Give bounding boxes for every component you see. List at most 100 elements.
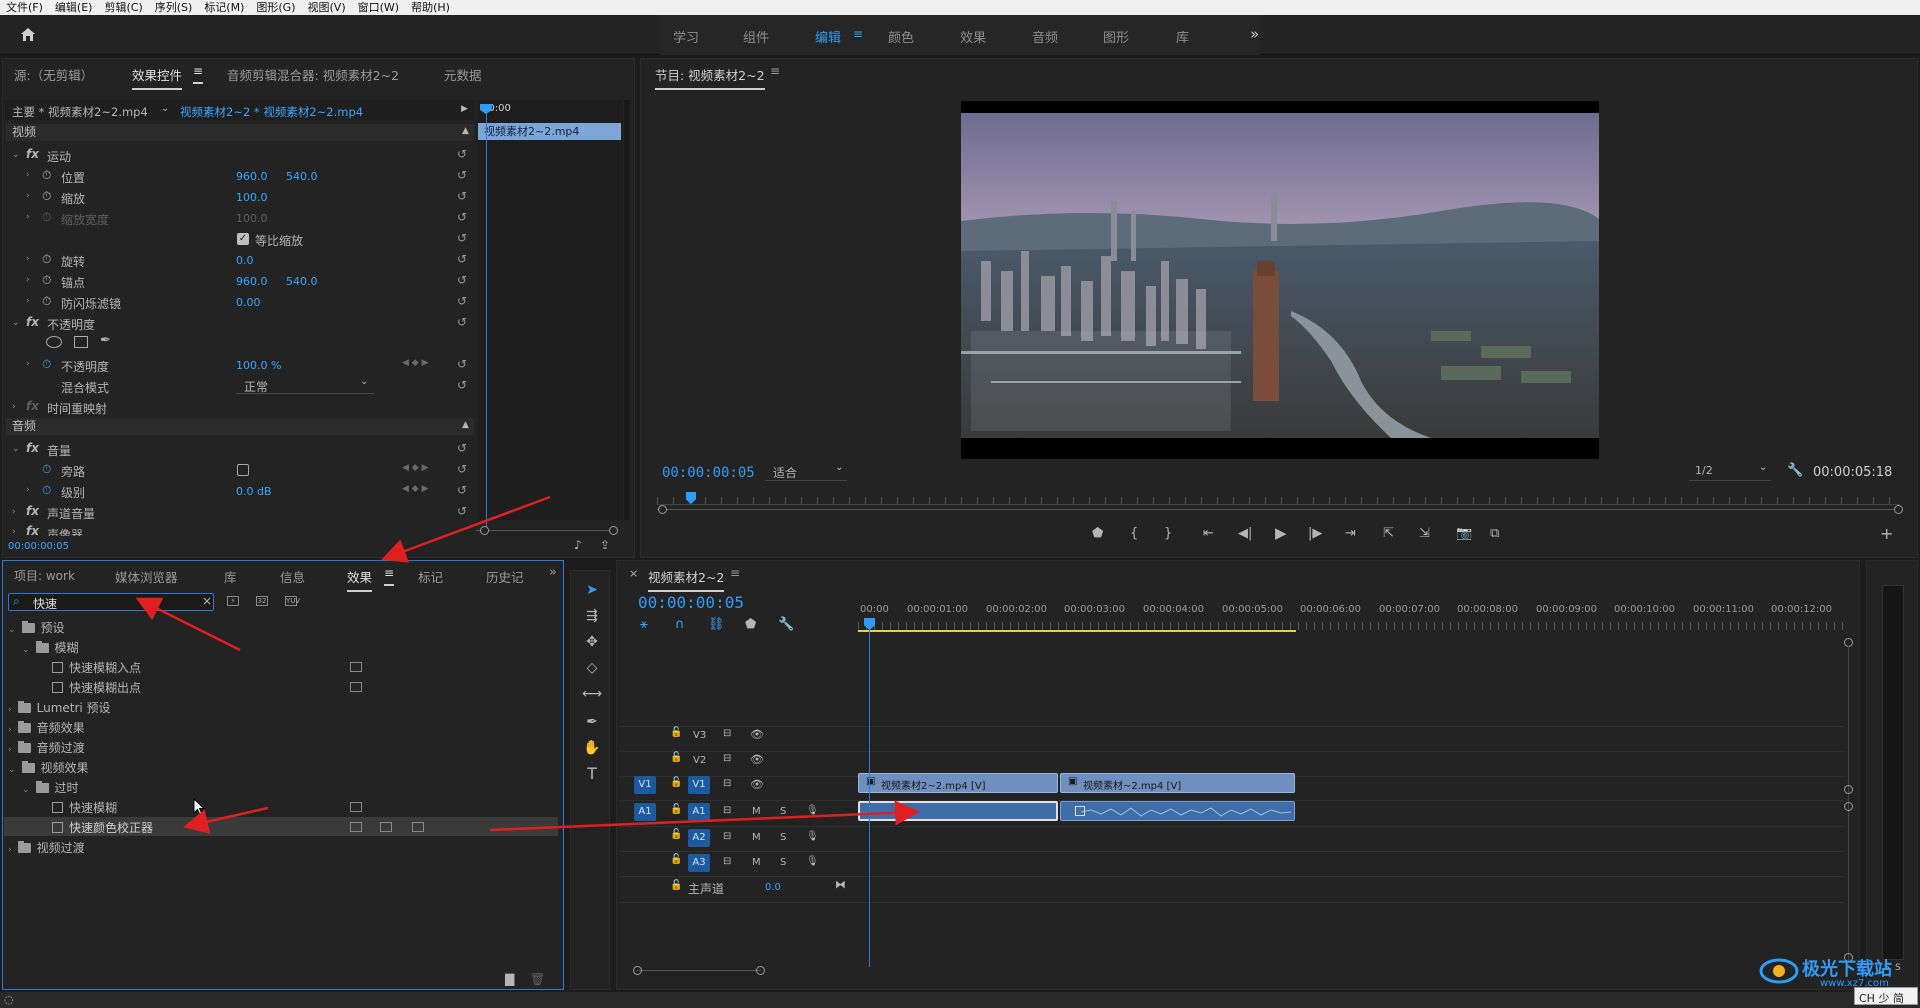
linked-selection-icon[interactable]: ⛓ <box>708 617 725 632</box>
resolution-dropdown[interactable]: 1/2 ⌄ <box>1689 461 1771 481</box>
level-value[interactable]: 0.0 dB <box>236 485 272 498</box>
fit-dropdown[interactable]: 适合 ⌄ <box>765 461 847 481</box>
tab-markers[interactable]: 标记 <box>418 567 443 586</box>
reset-motion-icon[interactable]: ↺ <box>456 148 468 160</box>
lock-icon[interactable]: 🔓 <box>670 752 682 763</box>
lift-icon[interactable]: ⇱ <box>1383 526 1394 541</box>
pen-tool-icon[interactable]: ✒ <box>582 712 602 732</box>
keyframe-nav-icon[interactable]: ◀ ◆ ▶ <box>402 463 429 473</box>
sync-icon[interactable]: ⊟ <box>723 753 731 764</box>
flicker-value[interactable]: 0.00 <box>236 296 261 309</box>
microphone-icon[interactable]: 🎙 <box>806 831 819 842</box>
work-area-bar[interactable] <box>858 630 1296 632</box>
ellipse-mask-icon[interactable] <box>46 336 62 348</box>
ripple-edit-tool-icon[interactable]: ✥ <box>582 632 602 652</box>
eye-icon[interactable]: 👁 <box>750 728 764 741</box>
expand-volume-icon[interactable]: ⌄ <box>12 444 20 454</box>
expand-channel-volume-icon[interactable]: › <box>12 507 16 517</box>
selection-tool-icon[interactable]: ➤ <box>582 580 602 600</box>
effects-search-field[interactable]: ⌕ 快速 × <box>8 593 214 611</box>
mute-button[interactable]: M <box>752 857 761 868</box>
tab-metadata[interactable]: 元数据 <box>444 65 482 84</box>
reset-anchor-icon[interactable]: ↺ <box>456 274 468 286</box>
workspace-more-button[interactable]: » <box>1250 25 1259 43</box>
expand-scale-icon[interactable]: › <box>26 191 30 201</box>
go-to-out-icon[interactable]: ⇥ <box>1345 526 1356 541</box>
lock-icon[interactable]: 🔓 <box>670 804 682 815</box>
32bit-effects-filter-icon[interactable]: 32 <box>256 596 268 606</box>
zoom-track[interactable] <box>476 530 616 531</box>
tree-item-lumetri-presets[interactable]: › Lumetri 预设 <box>8 699 111 715</box>
expand-flicker-icon[interactable]: › <box>26 296 30 306</box>
menu-help[interactable]: 帮助(H) <box>405 0 456 15</box>
add-marker-icon[interactable]: ⬟ <box>745 617 756 632</box>
expand-motion-icon[interactable]: ⌄ <box>12 150 20 160</box>
mark-in-icon[interactable]: { <box>1130 526 1138 541</box>
type-tool-icon[interactable]: T <box>582 764 602 784</box>
tab-audio-clip-mixer[interactable]: 音频剪辑混合器: 视频素材2~2 <box>227 65 399 84</box>
scale-value[interactable]: 100.0 <box>236 191 268 204</box>
workspace-tab-libraries[interactable]: 库 <box>1176 27 1189 46</box>
step-back-icon[interactable]: ◀| <box>1238 526 1252 541</box>
source-patch-a1[interactable]: A1 <box>634 803 656 821</box>
menu-marker[interactable]: 标记(M) <box>198 0 250 15</box>
timeline-ruler[interactable] <box>858 622 1843 630</box>
track-label-a3[interactable]: A3 <box>688 854 710 872</box>
solo-button[interactable]: S <box>780 832 786 843</box>
step-forward-icon[interactable]: |▶ <box>1308 526 1322 541</box>
zoom-handle-right[interactable] <box>1894 505 1903 514</box>
tree-item-audio-effects[interactable]: › 音频效果 <box>8 719 85 735</box>
reset-blend-icon[interactable]: ↺ <box>456 379 468 391</box>
camera-icon[interactable]: 📷 <box>1456 526 1472 541</box>
rotation-value[interactable]: 0.0 <box>236 254 254 267</box>
mute-button[interactable]: M <box>752 832 761 843</box>
filter-clip-icon[interactable]: ♪ <box>574 538 582 552</box>
solo-right-button[interactable]: S <box>1895 963 1901 973</box>
accelerated-effects-filter-icon[interactable]: ⚡ <box>227 596 239 606</box>
video-clip-2[interactable]: ▣ 视频素材~2.mp4 [V] <box>1060 773 1295 793</box>
expand-time-remap-icon[interactable]: › <box>12 402 16 412</box>
reset-rotation-icon[interactable]: ↺ <box>456 253 468 265</box>
effect-controls-scrollbar[interactable] <box>624 100 630 520</box>
effect-controls-timecode[interactable]: 00:00:00:05 <box>8 541 69 552</box>
horizontal-scroll-track[interactable] <box>637 970 761 971</box>
horizontal-zoom-handle[interactable] <box>633 966 642 975</box>
zoom-handle-left[interactable] <box>480 526 489 535</box>
uniform-scale-checkbox[interactable]: ✓ <box>237 233 249 245</box>
keyframe-nav-icon[interactable]: ◀ ◆ ▶ <box>402 358 429 368</box>
sequence-tab[interactable]: 视频素材2~2 <box>648 567 725 592</box>
audio-clip-2[interactable] <box>1060 801 1295 821</box>
hand-tool-icon[interactable]: ✋ <box>582 738 602 758</box>
snap-magnet-icon[interactable]: ∩ <box>675 617 685 632</box>
sync-icon[interactable]: ⊟ <box>723 778 731 789</box>
go-to-in-icon[interactable]: ⇤ <box>1203 526 1214 541</box>
lock-icon[interactable]: 🔓 <box>670 727 682 738</box>
horizontal-zoom-handle[interactable] <box>756 966 765 975</box>
bypass-checkbox[interactable] <box>237 464 249 476</box>
stopwatch-icon[interactable]: ⏱ <box>42 252 51 267</box>
sequence-menu-icon[interactable]: ≡ <box>730 566 740 580</box>
timeline-settings-icon[interactable]: 🔧 <box>778 617 794 632</box>
anchor-y-value[interactable]: 540.0 <box>286 275 318 288</box>
menu-view[interactable]: 视图(V) <box>302 0 352 15</box>
lock-icon[interactable]: 🔓 <box>670 777 682 788</box>
tree-item-audio-transitions[interactable]: › 音频过渡 <box>8 739 85 755</box>
sync-icon[interactable]: ⊟ <box>723 856 731 867</box>
reset-scale-width-icon[interactable]: ↺ <box>456 211 468 223</box>
workspace-tab-graphics[interactable]: 图形 <box>1103 27 1129 46</box>
solo-button[interactable]: S <box>780 857 786 868</box>
reset-bypass-icon[interactable]: ↺ <box>456 463 468 475</box>
play-clip-icon[interactable]: ▶ <box>461 104 468 114</box>
sync-icon[interactable]: ⊟ <box>723 805 731 816</box>
tab-effects[interactable]: 效果 <box>347 567 373 592</box>
tab-libraries[interactable]: 库 <box>224 567 237 586</box>
expand-position-icon[interactable]: › <box>26 170 30 180</box>
home-icon[interactable] <box>20 27 36 42</box>
tree-item-video-effects[interactable]: ⌄ 视频效果 <box>8 759 89 775</box>
source-patch-v1[interactable]: V1 <box>634 776 656 794</box>
reset-level-icon[interactable]: ↺ <box>456 484 468 496</box>
tree-item-blur-folder[interactable]: ⌄ 模糊 <box>22 639 79 655</box>
program-playhead-timecode[interactable]: 00:00:00:05 <box>662 465 755 481</box>
master-volume-value[interactable]: 0.0 <box>765 882 781 893</box>
stopwatch-icon[interactable]: ⏱ <box>42 273 51 288</box>
